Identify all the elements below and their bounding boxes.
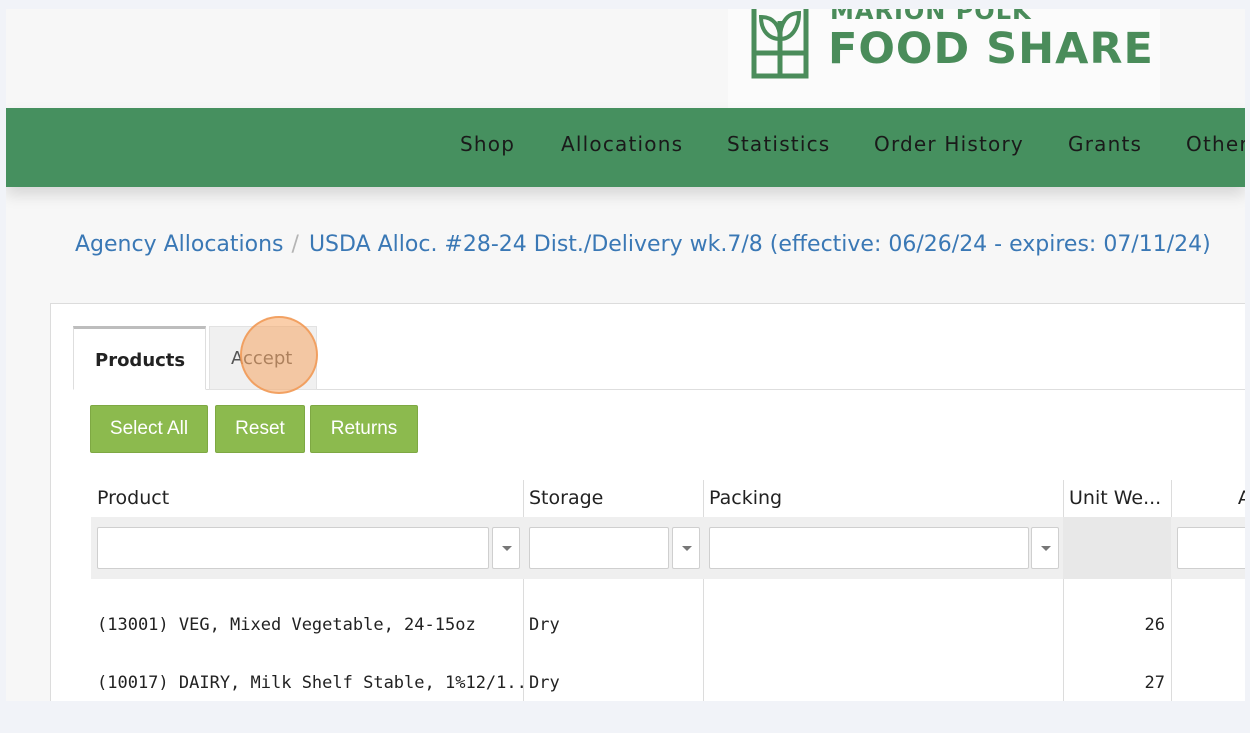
logo-header: MARION POLK FOOD SHARE [6,9,1245,109]
storage-filter-input[interactable] [529,527,669,569]
column-header-unit-weight[interactable]: Unit We... [1063,480,1171,516]
column-header-product[interactable]: Product [91,480,523,516]
brand-name-main: FOOD SHARE [828,24,1154,74]
cell-storage: Dry [529,615,560,635]
main-navbar: Shop Allocations Statistics Order Histor… [6,108,1245,187]
column-header-available[interactable]: Av [1171,480,1245,516]
unit-weight-filter-empty [1063,517,1171,579]
available-filter-input[interactable] [1177,527,1245,569]
tab-products[interactable]: Products [73,326,206,390]
app-window: MARION POLK FOOD SHARE Shop Allocations … [6,9,1245,701]
column-header-storage[interactable]: Storage [523,480,703,516]
chevron-down-icon[interactable] [492,527,520,569]
cell-packing [703,655,1063,701]
column-header-packing[interactable]: Packing [703,480,1063,516]
cell-packing [703,597,1063,653]
tab-accept[interactable]: Accept [209,326,317,390]
chevron-down-icon[interactable] [1031,527,1059,569]
product-filter-input[interactable] [97,527,489,569]
nav-shop[interactable]: Shop [460,132,515,156]
packing-filter-input[interactable] [709,527,1029,569]
breadcrumb-current: USDA Alloc. #28-24 Dist./Delivery wk.7/8… [308,232,1211,257]
nav-other[interactable]: Other [1186,132,1245,156]
reset-button[interactable]: Reset [215,405,305,453]
cell-unit-weight: 26 [1144,615,1165,635]
cell-storage: Dry [529,673,560,693]
cell-unit-weight: 27 [1144,673,1165,693]
brand-name-top: MARION POLK [830,9,1032,25]
allocation-card: Products Accept Select All Reset Returns… [50,303,1245,701]
chevron-down-icon[interactable] [672,527,700,569]
breadcrumb-separator: / [291,232,299,257]
nav-statistics[interactable]: Statistics [727,132,830,156]
select-all-button[interactable]: Select All [90,405,208,453]
nav-order-history[interactable]: Order History [874,132,1024,156]
cell-product: (13001) VEG, Mixed Vegetable, 24-15oz [97,615,476,635]
filter-row [91,517,1245,579]
returns-button[interactable]: Returns [310,405,418,453]
breadcrumb: Agency Allocations / USDA Alloc. #28-24 Di… [75,231,1211,259]
sprout-logo-icon [751,9,809,79]
nav-allocations[interactable]: Allocations [561,132,683,156]
nav-grants[interactable]: Grants [1068,132,1142,156]
breadcrumb-parent-link[interactable]: Agency Allocations [75,232,284,257]
table-row[interactable]: (13001) VEG, Mixed Vegetable, 24-15oz Dr… [91,597,1245,653]
table-row[interactable]: (10017) DAIRY, Milk Shelf Stable, 1%12/1… [91,655,1245,701]
cell-product: (10017) DAIRY, Milk Shelf Stable, 1%12/1… [97,673,523,693]
